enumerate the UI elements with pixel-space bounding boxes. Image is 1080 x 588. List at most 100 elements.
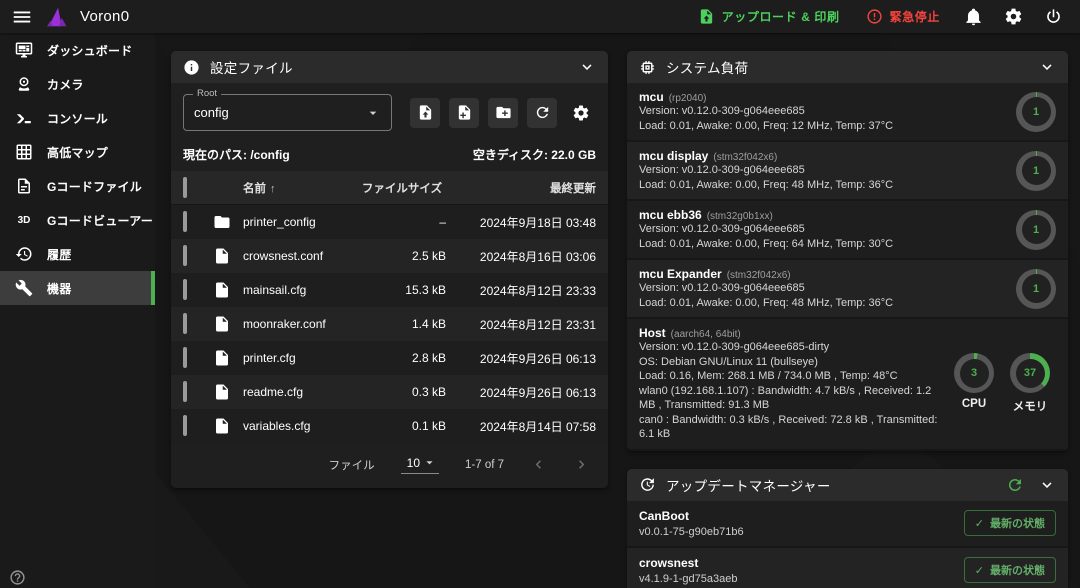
folder-icon: [213, 213, 231, 231]
sidebar-item-history[interactable]: 履歴: [0, 237, 155, 271]
file-upload-icon: [417, 104, 434, 121]
mcu-name: mcu(rp2040): [639, 90, 1016, 104]
mcu-version: Version: v0.12.0-309-g064eee685: [639, 104, 1016, 119]
file-size: –: [358, 215, 446, 229]
row-checkbox[interactable]: [183, 211, 187, 232]
notifications-button[interactable]: [956, 0, 990, 33]
folder-plus-icon: [495, 104, 512, 121]
sidebar-item-console[interactable]: コンソール: [0, 101, 155, 135]
column-modified[interactable]: 最終更新: [446, 180, 596, 196]
sidebar-item-machine[interactable]: 機器: [0, 271, 155, 305]
free-disk: 空きディスク: 22.0 GB: [473, 146, 596, 163]
file-name: mainsail.cfg: [243, 283, 358, 297]
file-name: crowsnest.conf: [243, 249, 358, 263]
host-entry: Host(aarch64, 64bit) Version: v0.12.0-30…: [627, 319, 1068, 451]
sidebar-item-gcode-files[interactable]: Gコードファイル: [0, 169, 155, 203]
path-row: 現在のパス: /config 空きディスク: 22.0 GB: [171, 140, 608, 171]
files-settings-button[interactable]: [566, 98, 596, 128]
sidebar-item-heightmap[interactable]: 高低マップ: [0, 135, 155, 169]
interface-settings-button[interactable]: [996, 0, 1030, 33]
page-range: 1-7 of 7: [465, 459, 504, 471]
load-gauge: 1: [1016, 269, 1056, 309]
mainsail-logo: [46, 5, 72, 29]
file-modified: 2024年8月16日 03:06: [446, 248, 596, 265]
host-load: Load: 0.16, Mem: 268.1 MB / 734.0 MB , T…: [639, 369, 940, 384]
update-manager-header: アップデートマネージャー: [627, 469, 1068, 501]
collapse-chevron-icon[interactable]: [1038, 476, 1056, 494]
file-row[interactable]: readme.cfg 0.3 kB 2024年9月26日 06:13: [171, 375, 608, 409]
file-modified: 2024年8月12日 23:33: [446, 282, 596, 299]
previous-page-icon[interactable]: [530, 456, 547, 473]
select-all-checkbox[interactable]: [183, 177, 187, 198]
console-icon: [14, 109, 34, 127]
file-modified: 2024年9月26日 06:13: [446, 384, 596, 401]
memory-gauge-label: メモリ: [1013, 398, 1048, 414]
refresh-files-button[interactable]: [527, 98, 557, 128]
check-updates-refresh-icon[interactable]: [1006, 476, 1024, 494]
file-row[interactable]: mainsail.cfg 15.3 kB 2024年8月12日 23:33: [171, 273, 608, 307]
check-icon: ✓: [975, 517, 984, 530]
cpu-gauge-label: CPU: [962, 398, 986, 410]
per-page-select[interactable]: 10: [401, 455, 439, 474]
root-select[interactable]: Root config: [183, 94, 392, 131]
config-files-panel: 設定ファイル Root config: [171, 51, 608, 488]
power-button[interactable]: [1036, 0, 1070, 33]
column-name[interactable]: 名前↑: [243, 180, 358, 196]
host-can: can0 : Bandwidth: 0.3 kB/s , Received: 7…: [639, 413, 940, 442]
monitor-dashboard-icon: [14, 41, 34, 59]
help-button[interactable]: [9, 569, 26, 586]
file-name: printer.cfg: [243, 351, 358, 365]
host-arch: (aarch64, 64bit): [671, 329, 741, 340]
sidebar-item-dashboard[interactable]: ダッシュボード: [0, 33, 155, 67]
file-row[interactable]: crowsnest.conf 2.5 kB 2024年8月16日 03:06: [171, 239, 608, 273]
row-checkbox[interactable]: [183, 415, 187, 436]
hamburger-menu-icon[interactable]: [0, 0, 44, 33]
sidebar-label-heightmap: 高低マップ: [47, 144, 108, 161]
file-icon: [213, 247, 231, 265]
up-to-date-button[interactable]: ✓ 最新の状態: [964, 557, 1056, 583]
row-checkbox[interactable]: [183, 279, 187, 300]
file-row[interactable]: printer.cfg 2.8 kB 2024年9月26日 06:13: [171, 341, 608, 375]
create-file-button[interactable]: [449, 98, 479, 128]
gear-icon: [1004, 7, 1023, 26]
gear-icon: [572, 104, 590, 122]
host-os: OS: Debian GNU/Linux 11 (bullseye): [639, 355, 940, 370]
grid-icon: [14, 143, 34, 161]
file-row[interactable]: printer_config – 2024年9月18日 03:48: [171, 205, 608, 239]
row-checkbox[interactable]: [183, 381, 187, 402]
column-size[interactable]: ファイルサイズ: [358, 180, 446, 196]
mcu-entry: mcu display(stm32f042x6) Version: v0.12.…: [627, 142, 1068, 201]
files-toolbar: Root config: [171, 83, 608, 140]
file-row[interactable]: variables.cfg 0.1 kB 2024年8月14日 07:58: [171, 409, 608, 443]
file-upload-icon: [698, 8, 715, 25]
sidebar-item-camera[interactable]: カメラ: [0, 67, 155, 101]
mcu-load: Load: 0.01, Awake: 0.00, Freq: 12 MHz, T…: [639, 119, 1016, 134]
cpu-gauge: 3: [954, 353, 994, 393]
update-item: crowsnest v4.1.9-1-gd75a3aeb ✓ 最新の状態: [627, 548, 1068, 588]
mcu-version: Version: v0.12.0-309-g064eee685: [639, 222, 1016, 237]
up-to-date-button[interactable]: ✓ 最新の状態: [964, 510, 1056, 536]
file-icon: [213, 281, 231, 299]
load-gauge: 1: [1016, 210, 1056, 250]
bell-icon: [964, 7, 983, 26]
wrench-icon: [14, 279, 34, 297]
next-page-icon[interactable]: [573, 456, 590, 473]
upload-and-print-button[interactable]: アップロード & 印刷: [688, 0, 850, 33]
create-folder-button[interactable]: [488, 98, 518, 128]
sidebar-item-gcode-viewer[interactable]: 3D Gコードビューアー: [0, 203, 155, 237]
collapse-chevron-icon[interactable]: [1038, 58, 1056, 76]
file-modified: 2024年8月12日 23:31: [446, 316, 596, 333]
sidebar-label-camera: カメラ: [47, 76, 84, 93]
upload-file-button[interactable]: [410, 98, 440, 128]
file-row[interactable]: moonraker.conf 1.4 kB 2024年8月12日 23:31: [171, 307, 608, 341]
row-checkbox[interactable]: [183, 245, 187, 266]
help-circle-icon: [9, 569, 26, 586]
row-checkbox[interactable]: [183, 313, 187, 334]
emergency-stop-button[interactable]: 緊急停止: [856, 0, 950, 33]
load-gauge-value: 1: [1022, 97, 1051, 126]
up-to-date-label: 最新の状態: [990, 562, 1045, 578]
file-size: 0.3 kB: [358, 385, 446, 399]
update-item-version: v4.1.9-1-gd75a3aeb: [639, 573, 964, 585]
row-checkbox[interactable]: [183, 347, 187, 368]
collapse-chevron-icon[interactable]: [578, 58, 596, 76]
